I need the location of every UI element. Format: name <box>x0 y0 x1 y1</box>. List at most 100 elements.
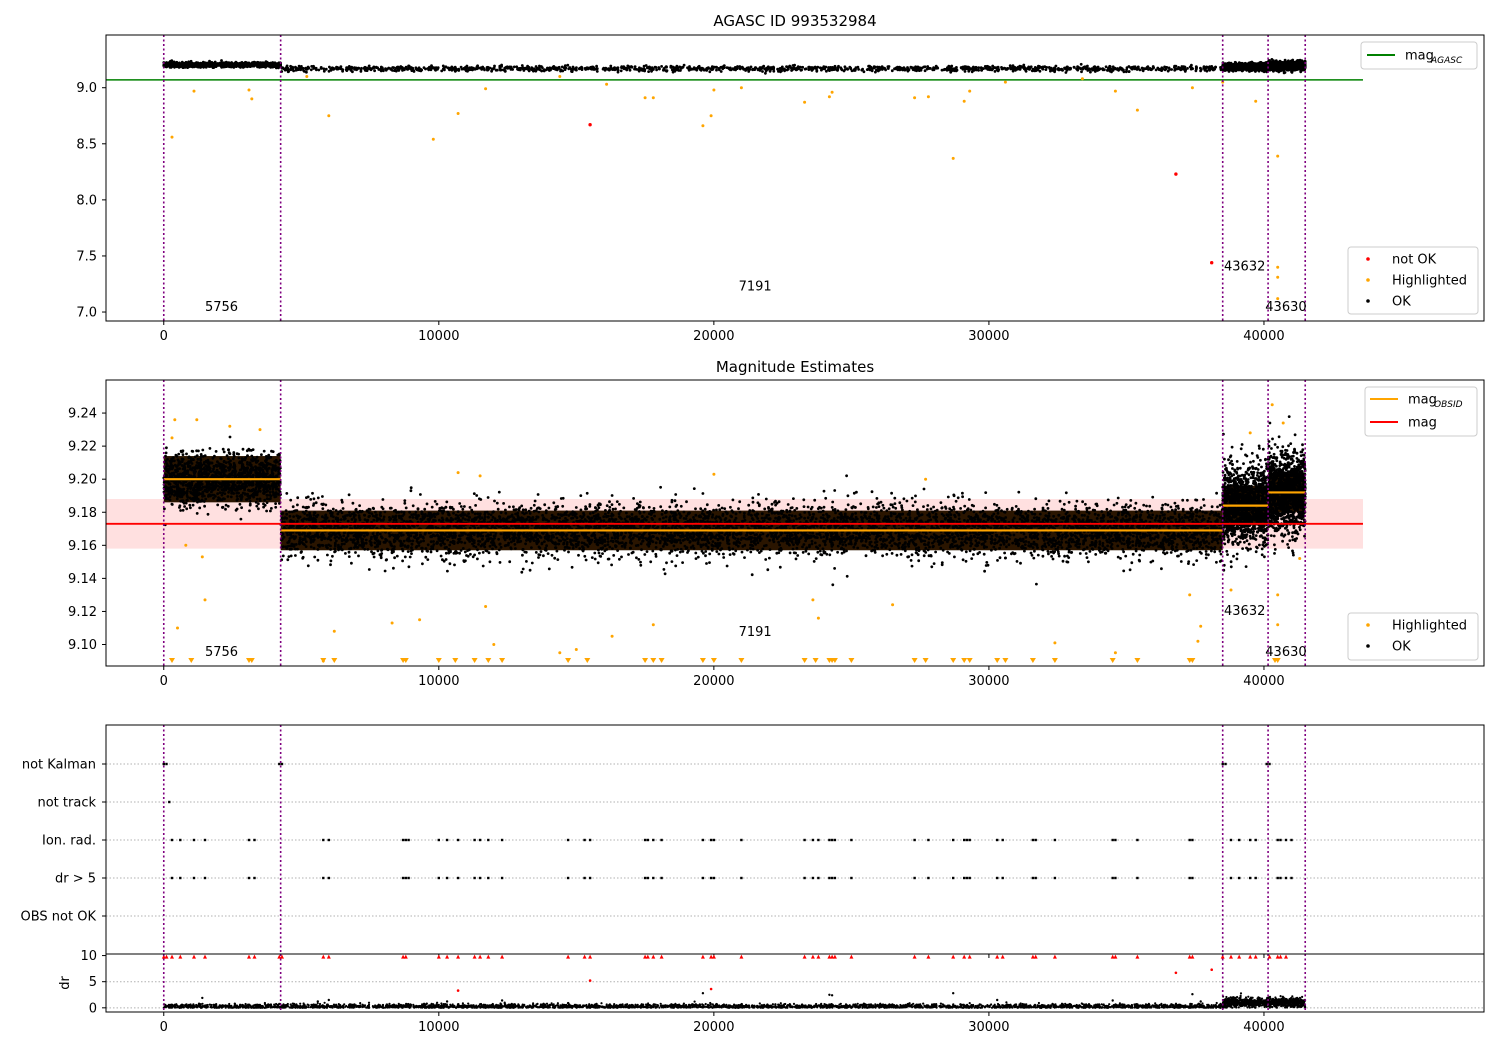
ok-point <box>210 63 214 67</box>
ok-point <box>649 67 653 71</box>
ok-point <box>791 68 794 71</box>
ok-point <box>444 65 448 69</box>
ok-point <box>974 66 978 70</box>
ok-point <box>502 68 506 72</box>
ok-point <box>1166 69 1170 73</box>
ok-point <box>728 68 732 72</box>
ok-point <box>1150 67 1154 71</box>
ok-point <box>350 65 354 69</box>
ok-point <box>709 67 713 71</box>
ok-point <box>189 65 193 68</box>
ok-point <box>221 64 224 68</box>
ok-point <box>835 68 838 71</box>
ok-point <box>1251 67 1254 70</box>
ok-point <box>1173 68 1177 72</box>
ok-point <box>454 67 458 71</box>
ok-point <box>563 68 567 71</box>
ok-point <box>577 67 581 71</box>
ok-point <box>679 69 682 72</box>
ok-point <box>1057 67 1060 70</box>
ok-point <box>289 64 292 68</box>
ok-point <box>1080 70 1083 74</box>
figure: AGASC ID 9935329845756719143632436300 100… <box>21 12 1485 1035</box>
ok-point <box>731 67 735 70</box>
ok-point <box>772 65 775 69</box>
ok-point <box>176 63 180 67</box>
ok-point <box>1252 64 1256 67</box>
ok-point <box>1161 68 1164 71</box>
ok-point <box>952 67 956 71</box>
ok-point <box>1231 67 1235 71</box>
ok-point <box>1248 64 1251 68</box>
ok-point <box>756 67 760 71</box>
ok-point <box>467 68 471 72</box>
ok-point <box>317 68 321 72</box>
ok-point <box>722 64 726 67</box>
ok-point <box>932 66 936 70</box>
ok-point <box>344 68 348 71</box>
ok-point <box>903 68 907 72</box>
ok-point <box>530 66 534 69</box>
ok-point <box>355 67 359 70</box>
ok-point <box>409 67 413 71</box>
ok-point <box>563 64 567 68</box>
ok-point <box>910 66 914 69</box>
ok-point <box>584 68 588 71</box>
ok-point <box>194 64 198 67</box>
ok-point <box>630 65 634 69</box>
ok-point <box>1024 69 1028 73</box>
ok-point <box>622 65 626 69</box>
ok-point <box>208 59 211 63</box>
ok-point <box>611 67 614 71</box>
ok-point <box>186 63 189 67</box>
ok-point <box>220 59 223 62</box>
ok-point <box>329 67 333 71</box>
ok-point <box>785 65 788 68</box>
ok-point <box>1096 69 1099 72</box>
ok-point <box>749 65 753 69</box>
ok-point <box>204 65 208 69</box>
ok-point <box>1135 68 1139 71</box>
ok-point <box>633 65 637 68</box>
ok-point <box>165 64 169 67</box>
ok-point <box>906 68 910 72</box>
ok-point <box>525 66 529 70</box>
ok-point <box>1111 65 1115 69</box>
ok-point <box>324 67 328 71</box>
ok-point <box>401 69 404 72</box>
ok-point <box>373 69 376 73</box>
ok-point <box>327 69 331 73</box>
ok-point <box>966 67 970 71</box>
ok-point <box>592 66 595 69</box>
ok-point <box>392 66 396 69</box>
ok-point <box>778 69 782 73</box>
ok-point <box>1210 65 1214 68</box>
ok-point <box>335 66 339 69</box>
ok-point <box>947 64 951 68</box>
ok-point <box>995 67 999 71</box>
ok-point <box>180 63 184 66</box>
ok-point <box>1122 68 1125 72</box>
ok-point <box>1000 66 1003 69</box>
ok-point <box>464 69 468 73</box>
ok-point <box>761 70 764 73</box>
ok-point <box>925 67 929 71</box>
ok-point <box>199 63 203 67</box>
ok-point <box>1199 68 1203 71</box>
ok-point <box>419 68 423 71</box>
ok-point <box>736 66 739 70</box>
ok-point <box>815 69 819 73</box>
ok-point <box>964 65 968 69</box>
ok-point <box>377 68 381 71</box>
ok-point <box>364 69 368 72</box>
ok-point <box>537 66 541 70</box>
ok-point <box>664 65 668 69</box>
ok-point <box>890 69 894 73</box>
ok-point <box>827 66 831 70</box>
ok-point <box>701 67 705 71</box>
ok-point <box>753 68 757 71</box>
ok-point <box>1237 64 1241 68</box>
ok-point <box>507 66 510 69</box>
ok-point <box>854 68 857 71</box>
ok-point <box>1256 65 1259 69</box>
